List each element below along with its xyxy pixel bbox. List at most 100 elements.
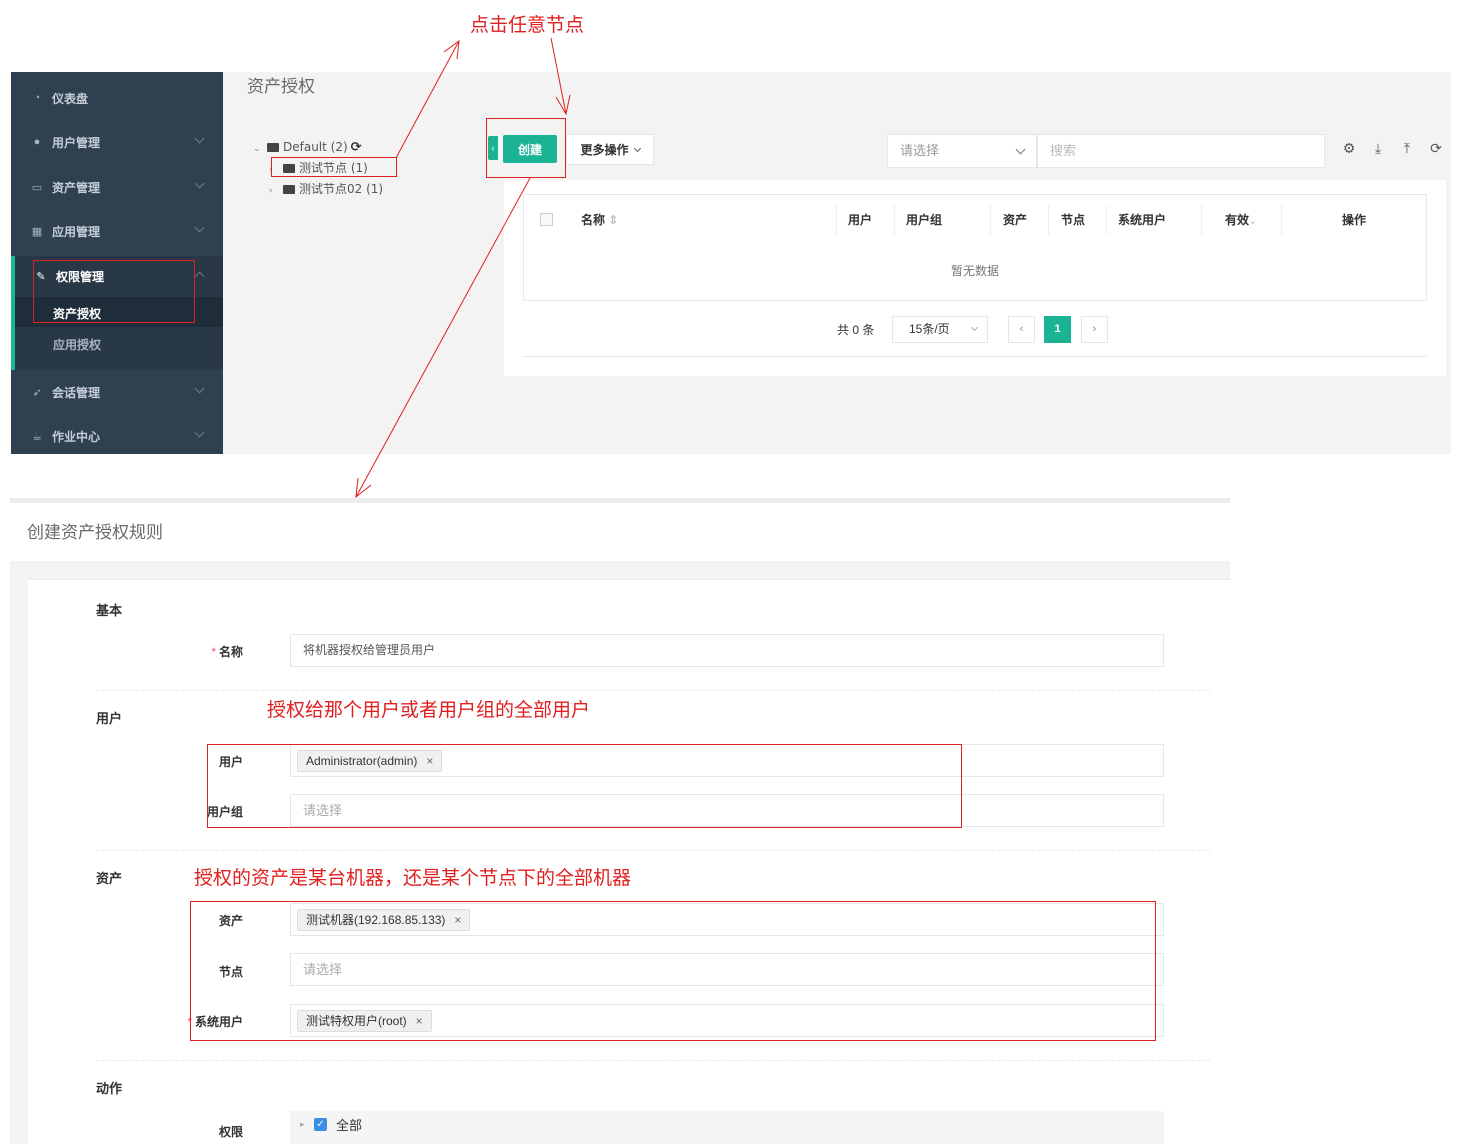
search-input[interactable]: 搜索 bbox=[1037, 134, 1325, 168]
folder-icon bbox=[283, 185, 295, 194]
tree-root-label[interactable]: Default (2) bbox=[283, 140, 348, 154]
users-icon: ● bbox=[33, 136, 41, 148]
column-separator bbox=[836, 205, 837, 235]
sort-icon[interactable]: ⇕ bbox=[608, 213, 618, 227]
page-size-select[interactable]: 15条/页 bbox=[892, 316, 988, 343]
sidebar-item-applications[interactable]: ▦ 应用管理 bbox=[11, 211, 223, 251]
download-icon[interactable]: ⤓ bbox=[1370, 140, 1386, 157]
sidebar-subitem-app-permission[interactable]: 应用授权 bbox=[53, 336, 101, 353]
name-input[interactable]: 将机器授权给管理员用户 bbox=[290, 634, 1164, 667]
tree-node[interactable]: › 测试节点02 (1) bbox=[253, 180, 383, 201]
column-active[interactable]: 有效⌄ bbox=[1225, 211, 1257, 228]
rocket-icon: ➶ bbox=[32, 386, 42, 399]
column-separator bbox=[1201, 205, 1202, 235]
section-divider bbox=[96, 850, 1210, 851]
create-permission-screenshot: 基本 * 名称 将机器授权给管理员用户 用户 用户 Administrator(a… bbox=[10, 561, 1230, 1144]
divider bbox=[523, 356, 1427, 357]
column-system-users: 系统用户 bbox=[1118, 213, 1167, 227]
column-assets: 资产 bbox=[1003, 213, 1028, 227]
sidebar-item-label: 资产管理 bbox=[52, 180, 101, 195]
column-name[interactable]: 名称 ⇕ bbox=[581, 211, 618, 228]
chevron-right-icon[interactable]: ▸ bbox=[300, 1119, 305, 1130]
chevron-down-icon bbox=[194, 178, 205, 189]
chevron-down-icon bbox=[194, 133, 205, 144]
sidebar-item-jobs[interactable]: ☕ 作业中心 bbox=[11, 416, 223, 456]
tree-root[interactable]: ⌄ Default (2) ⟳ bbox=[253, 138, 383, 159]
annotation-box-users bbox=[207, 744, 962, 828]
chevron-down-icon bbox=[194, 222, 205, 233]
chevron-down-icon bbox=[194, 427, 205, 438]
column-label: 有效 bbox=[1225, 213, 1250, 227]
arrow-head bbox=[355, 477, 372, 499]
next-page-button[interactable]: › bbox=[1081, 316, 1108, 343]
folder-open-icon bbox=[267, 143, 279, 152]
section-user-title: 用户 bbox=[96, 711, 123, 726]
chevron-down-icon bbox=[633, 144, 641, 152]
permission-form: 基本 * 名称 将机器授权给管理员用户 用户 用户 Administrator(a… bbox=[28, 579, 1230, 1144]
column-separator bbox=[894, 205, 895, 235]
page-button[interactable]: 1 bbox=[1044, 316, 1071, 343]
tree-node-label[interactable]: 测试节点02 (1) bbox=[299, 182, 383, 196]
column-separator bbox=[990, 205, 991, 235]
required-mark: * bbox=[211, 645, 216, 659]
chevron-up-icon bbox=[194, 271, 205, 282]
empty-table-message: 暂无数据 bbox=[523, 242, 1427, 301]
section-basic-title: 基本 bbox=[96, 603, 123, 618]
sidebar-item-label: 仪表盘 bbox=[52, 91, 89, 106]
table-tools: ⚙ ⤓ ⤒ ⟳ bbox=[1341, 140, 1444, 157]
column-users: 用户 bbox=[848, 213, 873, 227]
sidebar-item-sessions[interactable]: ➶ 会话管理 bbox=[11, 372, 223, 412]
form-page-title: 创建资产授权规则 bbox=[27, 523, 163, 542]
table-header: 名称 ⇕ 用户 用户组 资产 节点 系统用户 有效⌄ 操作 bbox=[523, 194, 1427, 243]
inbox-icon: ▭ bbox=[31, 181, 43, 194]
refresh-icon[interactable]: ⟳ bbox=[1428, 140, 1444, 157]
more-actions-label: 更多操作 bbox=[580, 143, 629, 157]
coffee-icon: ☕ bbox=[32, 430, 42, 443]
grid-icon: ▦ bbox=[31, 225, 43, 238]
sidebar-item-dashboard[interactable]: ◔ 仪表盘 bbox=[11, 78, 223, 118]
asset-permission-screenshot: ◔ 仪表盘 ● 用户管理 ▭ 资产管理 ▦ 应用管理 ✎ 权限管理 资产授权 应… bbox=[11, 72, 1451, 454]
sidebar-item-label: 会话管理 bbox=[52, 385, 101, 400]
sidebar-item-assets[interactable]: ▭ 资产管理 bbox=[11, 167, 223, 207]
section-asset-title: 资产 bbox=[96, 871, 123, 886]
dashboard-icon: ◔ bbox=[33, 92, 41, 104]
annotation-box-assets bbox=[190, 901, 1156, 1041]
checkbox-all[interactable]: ✓ bbox=[314, 1118, 327, 1131]
prev-page-button[interactable]: ‹ bbox=[1008, 316, 1035, 343]
divider bbox=[10, 498, 1230, 503]
chevron-right-icon[interactable]: › bbox=[269, 182, 283, 201]
chevron-down-icon bbox=[194, 383, 205, 394]
section-action-title: 动作 bbox=[96, 1081, 123, 1096]
column-separator bbox=[1106, 205, 1107, 235]
gear-icon[interactable]: ⚙ bbox=[1341, 140, 1357, 157]
column-actions: 操作 bbox=[1342, 213, 1367, 227]
page-title: 资产授权 bbox=[247, 77, 315, 96]
arrow-head bbox=[443, 39, 460, 60]
sidebar-item-users[interactable]: ● 用户管理 bbox=[11, 122, 223, 162]
filter-select[interactable]: 请选择 bbox=[887, 134, 1037, 168]
annotation-box-node bbox=[271, 157, 397, 177]
upload-icon[interactable]: ⤒ bbox=[1399, 140, 1415, 157]
annotation-click-node: 点击任意节点 bbox=[470, 15, 585, 36]
refresh-icon[interactable]: ⟳ bbox=[351, 140, 362, 155]
annotation-asset-note: 授权的资产是某台机器，还是某个节点下的全部机器 bbox=[194, 868, 632, 889]
filter-select-placeholder: 请选择 bbox=[900, 143, 940, 158]
select-all-checkbox[interactable] bbox=[540, 213, 553, 226]
chevron-down-icon[interactable]: ⌄ bbox=[253, 140, 267, 159]
chevron-down-icon bbox=[1015, 144, 1026, 155]
annotation-user-note: 授权给那个用户或者用户组的全部用户 bbox=[267, 700, 591, 721]
column-separator bbox=[1281, 205, 1282, 235]
page-size-label: 15条/页 bbox=[909, 322, 950, 336]
permission-tree: ▸ ✓ 全部 bbox=[290, 1111, 1164, 1144]
column-user-groups: 用户组 bbox=[906, 213, 943, 227]
permission-label: 权限 bbox=[218, 1125, 243, 1139]
name-label: * 名称 bbox=[28, 643, 243, 660]
more-actions-button[interactable]: 更多操作 bbox=[566, 134, 654, 165]
chevron-down-icon[interactable]: ⌄ bbox=[1249, 216, 1257, 226]
sidebar-item-label: 用户管理 bbox=[52, 135, 101, 150]
name-label-text: 名称 bbox=[218, 645, 243, 659]
column-separator bbox=[1048, 205, 1049, 235]
column-label: 名称 bbox=[581, 213, 606, 227]
permission-all-label: 全部 bbox=[336, 1118, 363, 1133]
section-divider bbox=[96, 690, 1210, 691]
